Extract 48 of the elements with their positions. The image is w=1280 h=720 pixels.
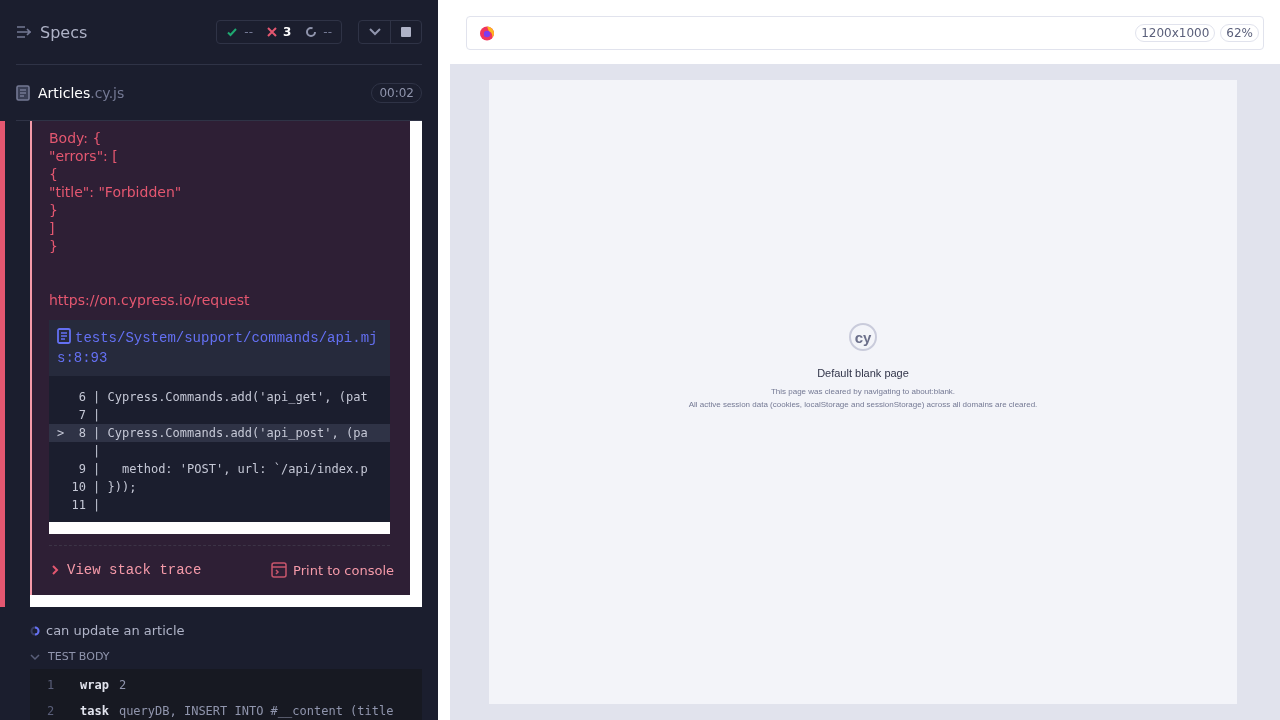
error-message-line: ]: [49, 219, 56, 237]
document-icon: [57, 328, 71, 344]
print-to-console-button[interactable]: Print to console: [271, 562, 394, 578]
line-number: 1: [46, 678, 56, 692]
file-path-link[interactable]: tests/System/support/commands/api.mjs:8:93: [49, 320, 390, 376]
docs-link[interactable]: https://on.cypress.io/request: [49, 291, 410, 309]
failed-count: 3: [282, 25, 292, 39]
hook-title: TEST BODY: [48, 650, 110, 663]
command-row[interactable]: 2 task queryDB, INSERT INTO #__content (title: [30, 698, 422, 720]
command-message: queryDB, INSERT INTO #__content (title: [118, 704, 394, 718]
stop-icon: [401, 27, 411, 37]
error-message-line: {: [49, 165, 59, 183]
view-stack-trace-button[interactable]: View stack trace: [51, 562, 202, 578]
line-number: 2: [46, 704, 56, 718]
check-icon: [226, 26, 239, 38]
chevron-icon: [51, 565, 59, 575]
cross-icon: [266, 27, 277, 37]
command-name: wrap: [80, 678, 109, 692]
spec-name: Articles.cy.js: [38, 84, 126, 101]
page-title: Default blank page: [817, 367, 909, 379]
code-line: |: [92, 443, 102, 460]
command-message: 2: [118, 678, 127, 692]
terminal-icon: [271, 562, 288, 578]
code-line: 11 |: [70, 497, 102, 514]
error-message-line: "errors": [: [49, 147, 119, 165]
panel-title: Specs: [40, 22, 89, 42]
chevron-down-icon: [368, 28, 381, 36]
error-message-line: Body: {: [49, 129, 103, 147]
menu-icon[interactable]: [16, 25, 32, 39]
command-name: task: [80, 704, 109, 718]
code-line: 6 | Cypress.Commands.add('api_get', (pat: [77, 389, 369, 406]
error-message-line: "title": "Forbidden": [49, 183, 183, 201]
error-message-line: }: [49, 201, 59, 219]
pending-count: --: [323, 25, 332, 39]
test-title[interactable]: can update an article: [46, 623, 185, 638]
spinner-icon: [305, 26, 318, 38]
passed-count: --: [244, 25, 253, 39]
page-description: This page was cleared by navigating to about:blank.: [770, 386, 956, 398]
command-row[interactable]: 1 wrap 2: [30, 672, 422, 698]
browser-icon: [479, 25, 495, 41]
document-icon: [16, 84, 30, 101]
logo-icon: cy: [849, 323, 877, 351]
error-message-line: }: [49, 237, 59, 255]
code-line: 7 |: [77, 407, 102, 424]
chevron-icon[interactable]: [30, 652, 40, 661]
code-line: 10 | }));: [70, 479, 138, 496]
code-line: 9 | method: 'POST', url: `/api/index.p: [77, 461, 369, 478]
page-description: All active session data (cookies, localStorage and sessionStorage) across all domains are cleared.: [688, 399, 1038, 411]
